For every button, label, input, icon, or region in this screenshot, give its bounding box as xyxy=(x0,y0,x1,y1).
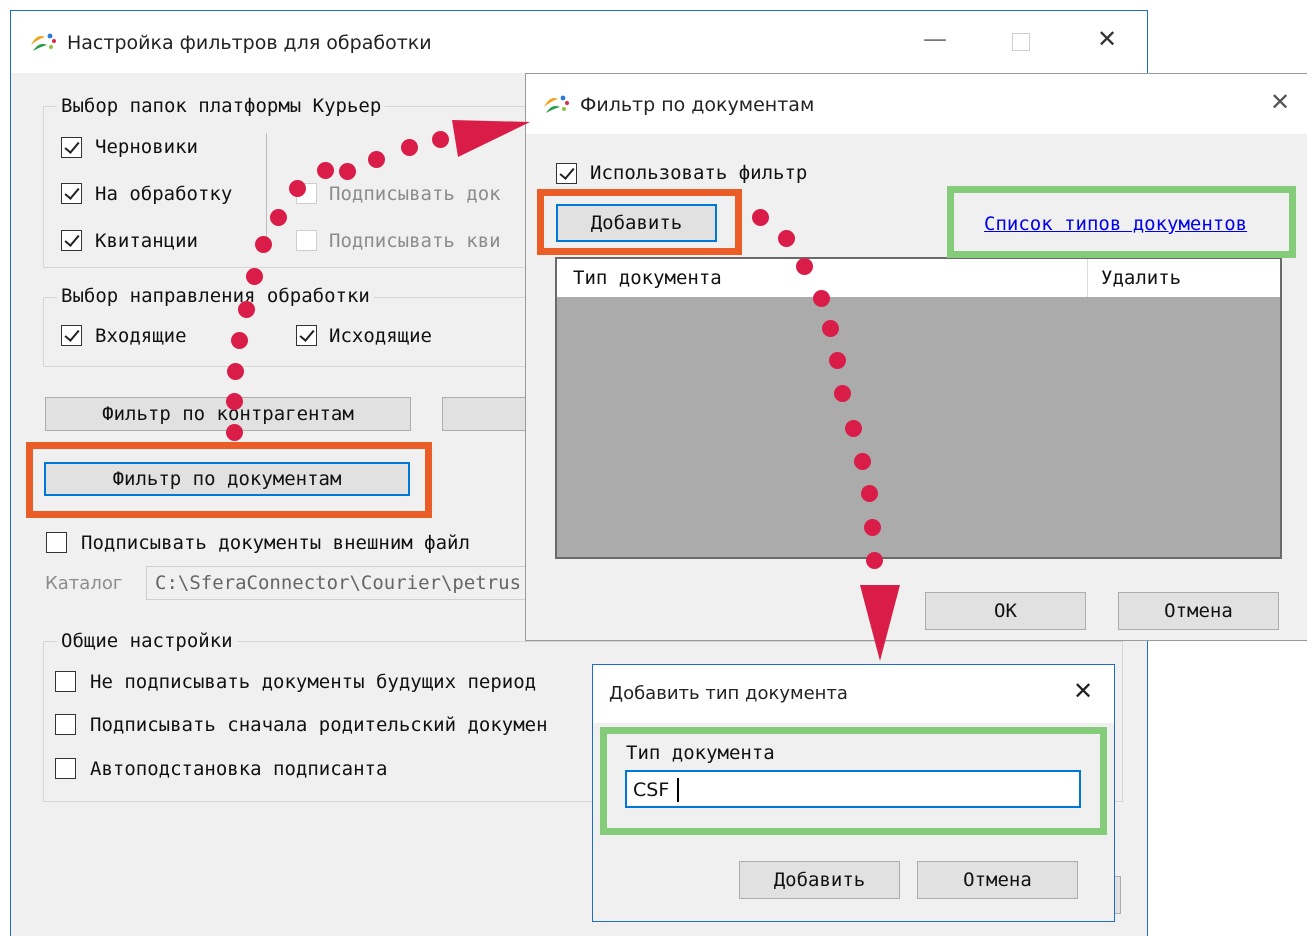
arrow-down-icon xyxy=(860,585,900,661)
path-dot xyxy=(854,453,871,470)
path-dot xyxy=(226,393,243,410)
path-dot xyxy=(864,519,881,536)
doc-filter-title-bar: Фильтр по документам ✕ xyxy=(526,74,1307,134)
close-icon[interactable]: ✕ xyxy=(1270,88,1290,116)
main-title-bar: Настройка фильтров для обработки — ✕ xyxy=(11,11,1147,73)
receipts-label: Квитанции xyxy=(95,230,198,252)
catalog-label: Каталог xyxy=(45,573,123,594)
column-header-type[interactable]: Тип документа xyxy=(573,267,722,289)
path-dot xyxy=(432,131,449,148)
catalog-value: C:\SferaConnector\Courier\petrus xyxy=(155,572,522,594)
path-dot xyxy=(270,209,287,226)
add-type-title-bar: Добавить тип документа ✕ xyxy=(593,665,1114,723)
app-logo-icon xyxy=(544,95,569,113)
path-dot xyxy=(822,320,839,337)
external-sign-label: Подписывать документы внешним файл xyxy=(81,532,470,554)
highlight-types-link xyxy=(947,186,1296,258)
add-type-confirm-button[interactable]: Добавить xyxy=(739,861,900,899)
minimize-icon[interactable]: — xyxy=(923,25,947,53)
doc-filter-title: Фильтр по документам xyxy=(580,94,815,116)
general-group-legend: Общие настройки xyxy=(57,630,237,652)
maximize-icon[interactable] xyxy=(1012,33,1030,51)
path-dot xyxy=(227,363,244,380)
path-dot xyxy=(778,230,795,247)
use-filter-checkbox[interactable] xyxy=(556,163,577,184)
cancel-button[interactable]: Отмена xyxy=(1118,592,1279,630)
parent-first-checkbox[interactable] xyxy=(55,714,76,735)
path-dot xyxy=(401,139,418,156)
outgoing-label: Исходящие xyxy=(329,325,432,347)
highlight-add-button xyxy=(537,189,742,255)
external-sign-checkbox[interactable] xyxy=(46,532,67,553)
processing-checkbox[interactable] xyxy=(61,183,82,204)
auto-signer-label: Автоподстановка подписанта xyxy=(90,758,388,780)
add-type-cancel-button[interactable]: Отмена xyxy=(917,861,1078,899)
doc-types-table: Тип документа Удалить xyxy=(555,257,1282,559)
path-dot xyxy=(752,209,769,226)
column-divider xyxy=(1087,259,1088,297)
sign-docs-label: Подписывать док xyxy=(329,183,501,205)
path-dot xyxy=(226,424,243,441)
path-dot xyxy=(289,180,306,197)
incoming-label: Входящие xyxy=(95,325,187,347)
path-dot xyxy=(246,268,263,285)
app-logo-icon xyxy=(31,33,56,51)
no-future-checkbox[interactable] xyxy=(55,671,76,692)
processing-label: На обработку xyxy=(95,183,233,205)
path-dot xyxy=(866,552,883,569)
path-dot xyxy=(231,332,248,349)
path-dot xyxy=(339,163,356,180)
path-dot xyxy=(317,162,334,179)
path-dot xyxy=(845,420,862,437)
folders-separator xyxy=(266,133,267,249)
column-header-delete[interactable]: Удалить xyxy=(1101,267,1181,289)
drafts-label: Черновики xyxy=(95,136,198,158)
add-type-title: Добавить тип документа xyxy=(609,683,848,704)
highlight-type-field xyxy=(600,727,1107,835)
path-dot xyxy=(255,236,272,253)
outgoing-checkbox[interactable] xyxy=(296,325,317,346)
doc-filter-dialog: Фильтр по документам ✕ Использовать филь… xyxy=(525,73,1307,641)
use-filter-label: Использовать фильтр xyxy=(590,162,808,184)
close-icon[interactable]: ✕ xyxy=(1097,25,1117,53)
main-window-title: Настройка фильтров для обработки xyxy=(67,32,432,54)
catalog-field[interactable]: C:\SferaConnector\Courier\petrus xyxy=(146,566,546,600)
sign-receipts-label: Подписывать кви xyxy=(329,230,501,252)
arrow-right-icon xyxy=(452,120,530,157)
parent-first-label: Подписывать сначала родительский докумен xyxy=(90,714,548,736)
table-header: Тип документа Удалить xyxy=(557,259,1280,297)
direction-group-legend: Выбор направления обработки xyxy=(57,285,374,307)
path-dot xyxy=(829,352,846,369)
ok-button[interactable]: ОК xyxy=(925,592,1086,630)
auto-signer-checkbox[interactable] xyxy=(55,758,76,779)
close-icon[interactable]: ✕ xyxy=(1073,677,1093,705)
path-dot xyxy=(834,385,851,402)
sign-receipts-checkbox[interactable] xyxy=(296,230,317,251)
no-future-label: Не подписывать документы будущих период xyxy=(90,671,537,693)
path-dot xyxy=(368,151,385,168)
drafts-checkbox[interactable] xyxy=(61,137,82,158)
incoming-checkbox[interactable] xyxy=(61,325,82,346)
path-dot xyxy=(796,258,813,275)
receipts-checkbox[interactable] xyxy=(61,230,82,251)
path-dot xyxy=(861,485,878,502)
folders-group-legend: Выбор папок платформы Курьер xyxy=(57,95,386,117)
highlight-filter-documents xyxy=(26,442,432,518)
path-dot xyxy=(238,301,255,318)
path-dot xyxy=(813,290,830,307)
